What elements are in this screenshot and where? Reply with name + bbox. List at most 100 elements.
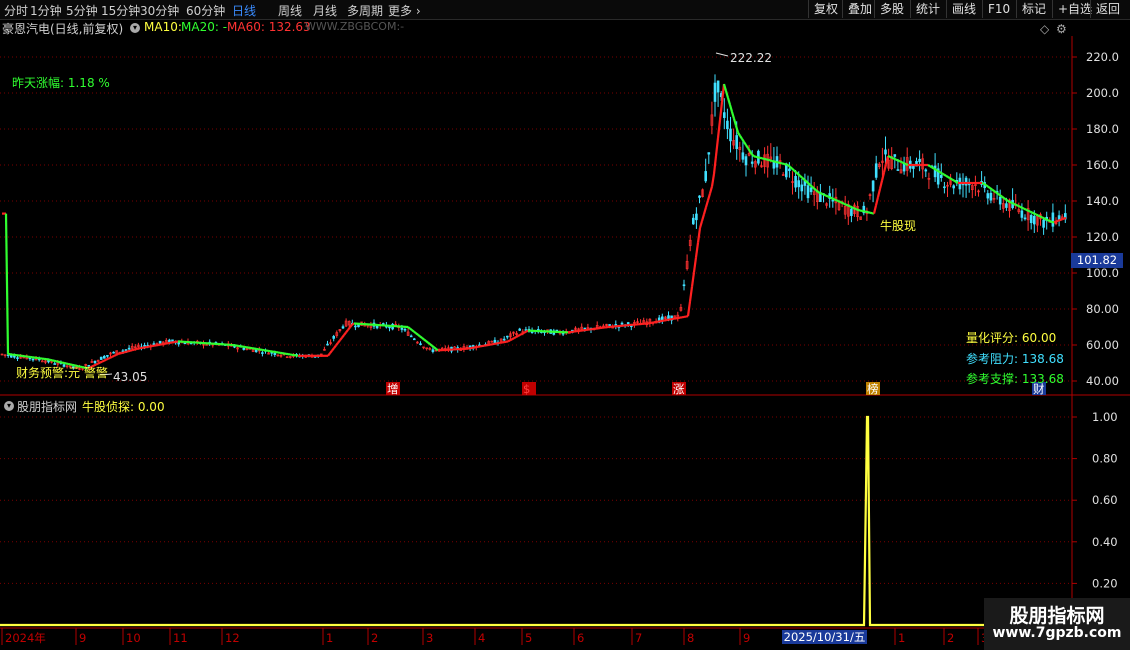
- period-tab-6[interactable]: 日线: [232, 2, 256, 19]
- period-tab-7[interactable]: 周线: [278, 2, 302, 19]
- candle-body: [794, 176, 797, 188]
- period-tab-0[interactable]: 分时: [4, 2, 28, 19]
- ma-segment: [895, 158, 899, 162]
- period-tab-5[interactable]: 60分钟: [186, 2, 225, 19]
- ma-segment: [1019, 205, 1023, 209]
- stock-title[interactable]: 豪恩汽电(日线,前复权): [2, 20, 123, 37]
- period-tab-2[interactable]: 5分钟: [66, 2, 98, 19]
- indicator-line: [0, 415, 1070, 627]
- period-tab-9[interactable]: 多周期: [347, 2, 383, 19]
- ma-segment: [821, 192, 825, 196]
- ma-segment: [747, 147, 751, 152]
- event-marker-label: 榜: [867, 382, 879, 396]
- candle-body: [502, 338, 506, 341]
- candle-body: [707, 152, 711, 155]
- ma-segment: [525, 329, 529, 333]
- candle-body: [667, 315, 670, 319]
- ma-segment: [823, 193, 827, 197]
- ma-segment: [345, 329, 349, 334]
- ma-segment: [939, 171, 943, 175]
- ma-segment: [690, 271, 696, 287]
- time-tick-label: 11: [173, 631, 188, 645]
- period-tab-8[interactable]: 月线: [313, 2, 337, 19]
- ma-segment: [333, 344, 337, 349]
- ma-segment: [113, 353, 117, 357]
- candle-body: [986, 193, 990, 199]
- watermark-url: www.7gpzb.com: [992, 625, 1122, 641]
- ma-segment: [1017, 204, 1021, 208]
- ma-segment: [702, 206, 708, 215]
- ma-segment: [887, 154, 891, 158]
- ma-segment: [417, 333, 421, 338]
- settings-icon[interactable]: ⚙: [1056, 22, 1067, 36]
- subpanel-toggle-icon[interactable]: ▾: [4, 401, 14, 411]
- period-tab-3[interactable]: 15分钟: [101, 2, 140, 19]
- settings-toggle-icon[interactable]: ▾: [130, 23, 140, 33]
- ma-segment: [135, 347, 139, 351]
- period-tab-10[interactable]: 更多 ›: [388, 2, 421, 19]
- toolbar-button-0[interactable]: 复权: [808, 0, 843, 18]
- ma-segment: [903, 162, 907, 166]
- ma-segment: [411, 329, 415, 333]
- ma-segment: [789, 165, 793, 170]
- ma-segment: [739, 135, 743, 140]
- ma-segment: [817, 190, 821, 194]
- toolbar-button-4[interactable]: 画线: [946, 0, 981, 18]
- ma-segment: [111, 354, 115, 358]
- ma-segment: [951, 178, 955, 182]
- candle-body: [722, 112, 726, 118]
- ma-segment: [765, 158, 769, 161]
- ma-segment: [435, 347, 439, 352]
- ma-segment: [787, 164, 791, 168]
- time-tick-label: 10: [126, 631, 141, 645]
- ma-segment: [1025, 208, 1029, 212]
- ma-segment: [1021, 206, 1025, 210]
- ma-segment: [123, 350, 127, 354]
- reference-resistance: 参考阻力: 138.68: [966, 352, 1064, 366]
- indicator-name[interactable]: 股朋指标网: [17, 398, 77, 415]
- ma-segment: [995, 191, 999, 195]
- diamond-icon[interactable]: ◇: [1040, 22, 1049, 36]
- ma-segment: [431, 344, 435, 349]
- ma-segment: [1047, 219, 1051, 223]
- ma-segment: [753, 155, 757, 158]
- ma-segment: [1061, 217, 1065, 221]
- ma-segment: [829, 196, 833, 200]
- time-tick-label: 2: [947, 631, 954, 645]
- ma-segment: [737, 132, 741, 137]
- ma10-label: MA10:: [144, 20, 182, 34]
- period-tab-1[interactable]: 1分钟: [30, 2, 62, 19]
- toolbar-button-1[interactable]: 叠加: [842, 0, 877, 18]
- ma-segment: [1057, 219, 1061, 222]
- ma-segment: [433, 346, 437, 350]
- time-tick-label: 12: [225, 631, 240, 645]
- ma-segment: [519, 332, 523, 336]
- toolbar-button-3[interactable]: 统计: [910, 0, 945, 18]
- ma-segment: [937, 170, 941, 174]
- event-marker-label: $: [523, 382, 530, 396]
- ma-segment: [728, 104, 734, 113]
- ma-segment: [845, 203, 849, 207]
- toolbar-button-5[interactable]: F10: [982, 0, 1015, 18]
- candle-body: [171, 339, 174, 342]
- ma-segment: [1023, 207, 1027, 211]
- high-price-label: 222.22: [730, 51, 772, 65]
- toolbar-button-2[interactable]: 多股: [874, 0, 909, 18]
- ma-segment: [947, 176, 951, 180]
- ma-segment: [1009, 200, 1013, 204]
- ma-segment: [949, 177, 953, 181]
- ma-segment: [4, 213, 10, 355]
- candle-body: [784, 163, 788, 178]
- ma-segment: [809, 183, 813, 188]
- period-tab-4[interactable]: 30分钟: [140, 2, 179, 19]
- time-tick-label: 7: [635, 631, 642, 645]
- toolbar-button-8[interactable]: 返回: [1090, 0, 1125, 18]
- toolbar-button-6[interactable]: 标记: [1016, 0, 1051, 18]
- candle-body: [341, 326, 345, 329]
- ma-segment: [1035, 213, 1039, 217]
- ma-segment: [423, 338, 427, 342]
- ma-segment: [987, 185, 991, 189]
- ma-segment: [337, 339, 341, 344]
- kline-chart[interactable]: 220.0 200.0 180.0 160.0 140.0 120.0 100.0 80.00…: [0, 0, 1130, 650]
- ma-segment: [429, 343, 433, 347]
